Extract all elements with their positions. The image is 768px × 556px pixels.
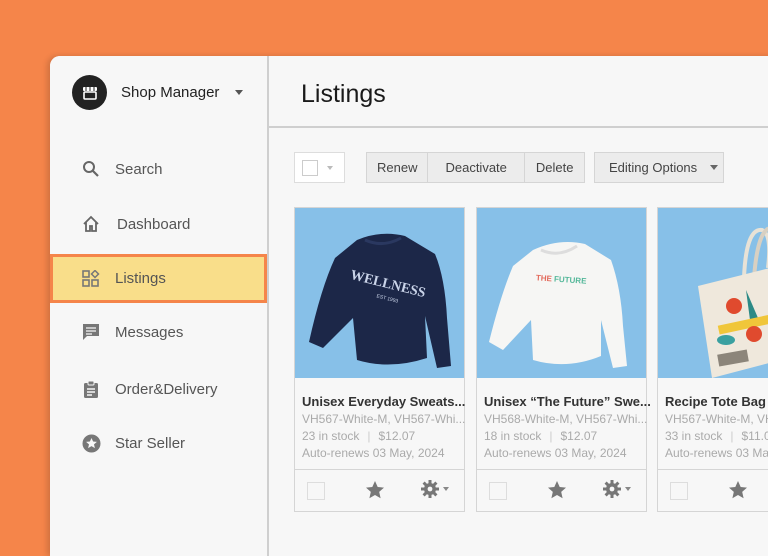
shop-avatar [72, 75, 107, 110]
deactivate-button[interactable]: Deactivate [428, 153, 524, 182]
listing-renewal: Auto-renews 03 May, 2024 [484, 446, 646, 460]
listing-checkbox[interactable] [670, 482, 688, 500]
listing-skus: VH568-White-M, VH567-Whi... [484, 412, 646, 426]
listing-info: Unisex Everyday Sweats... VH567-White-M,… [295, 378, 464, 470]
sidebar-item-listings[interactable]: Listings [50, 254, 267, 303]
listing-actions [477, 470, 646, 512]
listing-card[interactable]: THE FUTURE Unisex “The Future” Swe... VH… [476, 207, 647, 512]
sidebar-item-search[interactable]: Search [50, 145, 267, 193]
listings-icon [81, 269, 101, 289]
select-all-dropdown[interactable] [294, 152, 345, 183]
listing-stock: 23 in stock [302, 429, 359, 443]
shop-name: Shop Manager [121, 84, 219, 101]
sidebar-item-label: Order&Delivery [115, 381, 218, 398]
sidebar-item-label: Dashboard [117, 216, 190, 233]
listing-title[interactable]: Recipe Tote Bag [665, 394, 768, 409]
listing-title[interactable]: Unisex “The Future” Swe... [484, 394, 646, 409]
editing-options-dropdown[interactable]: Editing Options [594, 152, 724, 183]
clipboard-icon [81, 379, 101, 399]
listing-price: $11.07 [742, 429, 768, 443]
main-panel: Listings Renew Deactivate Delete Editing… [269, 56, 768, 556]
listing-price: $12.07 [379, 429, 416, 443]
delete-button[interactable]: Delete [525, 153, 585, 182]
settings-dropdown[interactable] [421, 480, 449, 498]
listing-stock: 33 in stock [665, 429, 722, 443]
chevron-down-icon [235, 90, 243, 95]
star-icon[interactable] [728, 480, 748, 505]
gear-icon [603, 480, 621, 498]
bulk-actions: Renew Deactivate Delete [366, 152, 585, 183]
listing-actions [658, 470, 768, 512]
listing-image[interactable] [658, 208, 768, 378]
page-title: Listings [301, 80, 386, 109]
home-icon [81, 214, 101, 234]
separator: | [367, 429, 370, 443]
star-badge-icon [81, 433, 101, 453]
renew-button[interactable]: Renew [367, 153, 428, 182]
listing-title[interactable]: Unisex Everyday Sweats... [302, 394, 464, 409]
listing-skus: VH567-White-M, VH567-Whi... [302, 412, 464, 426]
listing-checkbox[interactable] [307, 482, 325, 500]
listing-checkbox[interactable] [489, 482, 507, 500]
listing-info: Recipe Tote Bag VH567-White-M, VH567-Whi… [658, 378, 768, 470]
sidebar-item-label: Search [115, 161, 163, 178]
sidebar-item-label: Listings [115, 270, 166, 287]
listing-image[interactable]: WELLNESS EST 1993 [295, 208, 464, 378]
sidebar: Shop Manager Search Dashboard Listings M… [50, 56, 269, 556]
listing-image[interactable]: THE FUTURE [477, 208, 646, 378]
listing-renewal: Auto-renews 03 May, 2024 [302, 446, 464, 460]
editing-options-label: Editing Options [609, 160, 697, 175]
star-icon[interactable] [365, 480, 385, 505]
star-icon[interactable] [547, 480, 567, 505]
sidebar-item-star-seller[interactable]: Star Seller [50, 419, 267, 467]
sidebar-item-messages[interactable]: Messages [50, 308, 267, 356]
listing-card[interactable]: WELLNESS EST 1993 Unisex Everyday Sweats… [294, 207, 465, 512]
listing-actions [295, 470, 464, 512]
sidebar-item-order-delivery[interactable]: Order&Delivery [50, 365, 267, 413]
divider [269, 126, 768, 128]
listing-stock: 18 in stock [484, 429, 541, 443]
settings-dropdown[interactable] [603, 480, 631, 498]
separator: | [549, 429, 552, 443]
chevron-down-icon [625, 487, 631, 491]
listing-skus: VH567-White-M, VH567-Whi... [665, 412, 768, 426]
sidebar-item-dashboard[interactable]: Dashboard [50, 200, 267, 248]
app-window: Shop Manager Search Dashboard Listings M… [50, 56, 768, 556]
sidebar-item-label: Star Seller [115, 435, 185, 452]
chevron-down-icon [327, 166, 333, 170]
sidebar-item-label: Messages [115, 324, 183, 341]
shop-selector[interactable]: Shop Manager [72, 75, 243, 110]
message-icon [81, 322, 101, 342]
select-all-checkbox[interactable] [302, 160, 318, 176]
chevron-down-icon [710, 165, 718, 170]
listing-info: Unisex “The Future” Swe... VH568-White-M… [477, 378, 646, 470]
listing-price: $12.07 [561, 429, 598, 443]
search-icon [81, 159, 101, 179]
gear-icon [421, 480, 439, 498]
separator: | [730, 429, 733, 443]
listing-renewal: Auto-renews 03 May, 2024 [665, 446, 768, 460]
storefront-icon [82, 86, 98, 100]
chevron-down-icon [443, 487, 449, 491]
listing-card[interactable]: Recipe Tote Bag VH567-White-M, VH567-Whi… [657, 207, 768, 512]
